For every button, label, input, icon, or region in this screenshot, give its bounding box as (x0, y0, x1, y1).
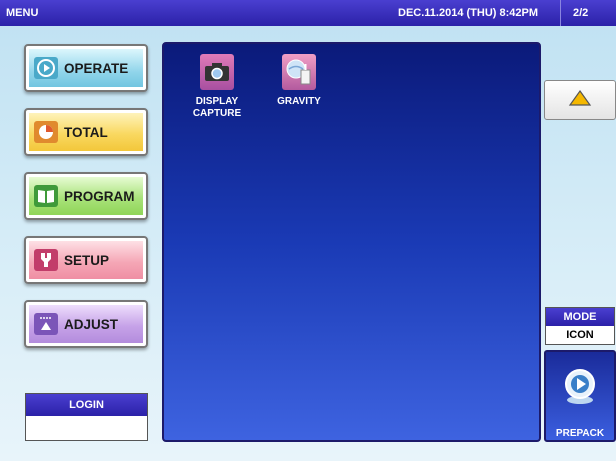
display-capture-line1: DISPLAY (195, 96, 239, 107)
scale-adjust-icon (34, 313, 58, 335)
operate-label: OPERATE (64, 60, 129, 76)
mode-value: ICON (566, 329, 594, 341)
pie-chart-icon (34, 121, 58, 143)
wrench-icon (34, 249, 58, 271)
setup-button[interactable]: SETUP (24, 236, 148, 284)
prepack-play-icon (562, 366, 598, 406)
title-bar: MENU DEC.11.2014 (THU) 8:42PM 2/2 (0, 0, 616, 26)
gravity-tile[interactable]: GRAVITY (264, 54, 334, 108)
scroll-up-button[interactable] (544, 80, 616, 120)
program-button[interactable]: PROGRAM (24, 172, 148, 220)
datetime-display: DEC.11.2014 (THU) 8:42PM (398, 7, 538, 19)
page-indicator: 2/2 (573, 7, 589, 19)
title-divider (560, 0, 561, 26)
triangle-up-icon (568, 89, 592, 112)
camera-icon (200, 54, 234, 90)
setup-label: SETUP (64, 252, 110, 268)
icon-panel: DISPLAY CAPTURE GRAVITY (162, 42, 541, 442)
book-icon (34, 185, 58, 207)
adjust-label: ADJUST (64, 316, 119, 332)
gravity-globe-icon (282, 54, 316, 90)
mode-label: MODE (546, 308, 614, 326)
prepack-label: PREPACK (555, 428, 605, 439)
gravity-label: GRAVITY (277, 96, 321, 107)
login-label: LOGIN (26, 394, 147, 416)
play-circle-icon (34, 57, 58, 79)
mode-box[interactable]: MODE ICON (545, 307, 615, 345)
display-capture-tile[interactable]: DISPLAY CAPTURE (182, 54, 252, 120)
total-button[interactable]: TOTAL (24, 108, 148, 156)
login-box[interactable]: LOGIN (25, 393, 148, 441)
display-capture-line2: CAPTURE (192, 108, 242, 119)
operate-button[interactable]: OPERATE (24, 44, 148, 92)
prepack-button[interactable]: PREPACK (544, 350, 616, 442)
screen-title: MENU (6, 7, 39, 19)
adjust-button[interactable]: ADJUST (24, 300, 148, 348)
program-label: PROGRAM (64, 188, 135, 204)
total-label: TOTAL (64, 124, 108, 140)
